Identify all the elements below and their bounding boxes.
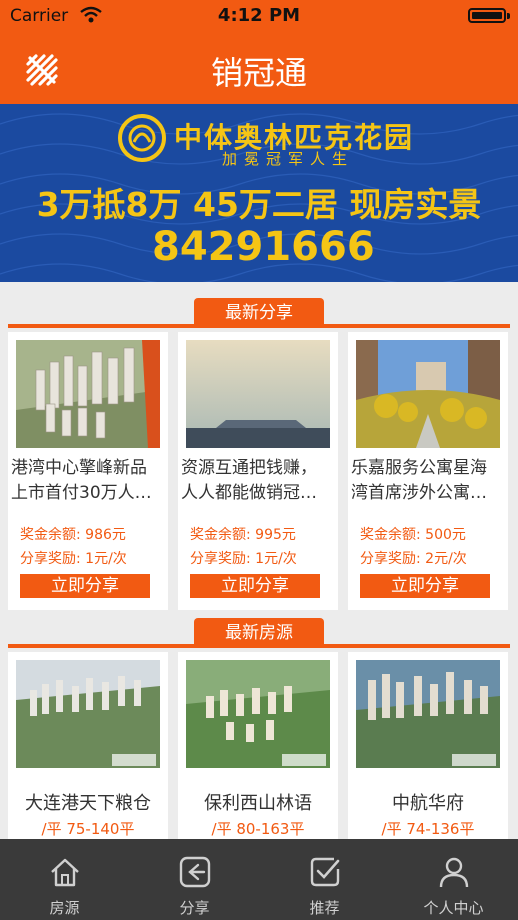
rings-logo-icon: [118, 114, 166, 162]
listing-name: 保利西山林语: [204, 793, 312, 814]
listing-price: /平 74-136平: [381, 820, 475, 838]
tab-listings[interactable]: 房源: [0, 839, 129, 920]
listing-section-header: 最新房源: [0, 618, 518, 652]
share-card[interactable]: 港湾中心擎峰新品 上市首付30万人… 奖金余额: 986元 分享奖励: 1元/次…: [8, 332, 168, 610]
tab-label: 房源: [49, 899, 80, 917]
battery-icon: [468, 8, 510, 23]
share-card-desc: 资源互通把钱赚， 人人都能做销冠…: [181, 458, 317, 503]
bonus-balance: 奖金余额: 995元: [190, 527, 296, 543]
bonus-balance: 奖金余额: 500元: [360, 527, 466, 543]
person-icon: [439, 857, 469, 888]
nav-bar: 销冠通: [0, 34, 518, 104]
listing-card-image: [186, 660, 330, 768]
share-reward: 分享奖励: 1元/次: [190, 551, 297, 567]
share-card-image: [186, 340, 330, 448]
banner-slogan: 加冕冠军人生: [222, 150, 355, 168]
check-note-icon: [310, 857, 340, 887]
share-now-button[interactable]: 立即分享: [20, 574, 150, 598]
tab-bar: 房源 分享 推荐 个人中心: [0, 839, 518, 920]
listing-card[interactable]: 大连港天下粮仓 /平 75-140平: [8, 652, 168, 839]
listing-card[interactable]: 中航华府 /平 74-136平: [348, 652, 508, 839]
app-title: 销冠通: [210, 54, 307, 92]
tab-label: 分享: [179, 899, 210, 917]
share-now-button[interactable]: 立即分享: [360, 574, 490, 598]
share-card-image: [16, 340, 160, 448]
share-section-title: 最新分享: [194, 298, 324, 328]
share-now-button[interactable]: 立即分享: [190, 574, 320, 598]
status-bar: Carrier 4:12 PM: [0, 0, 518, 34]
share-card[interactable]: 乐嘉服务公寓星海 湾首席涉外公寓… 奖金余额: 500元 分享奖励: 2元/次 …: [348, 332, 508, 610]
share-card[interactable]: 资源互通把钱赚， 人人都能做销冠… 奖金余额: 995元 分享奖励: 1元/次 …: [178, 332, 338, 610]
listing-name: 大连港天下粮仓: [25, 793, 151, 814]
listing-price: /平 80-163平: [211, 820, 305, 838]
share-card-desc: 港湾中心擎峰新品 上市首付30万人…: [11, 458, 152, 503]
tab-recommend[interactable]: 推荐: [260, 839, 389, 920]
listing-card-image: [356, 660, 500, 768]
share-card-image: [356, 340, 500, 448]
share-reward: 分享奖励: 1元/次: [20, 551, 127, 567]
ad-banner[interactable]: 中体奥林匹克花园 加冕冠军人生 3万抵8万 45万二居 现房实景 8429166…: [0, 104, 518, 282]
share-card-desc: 乐嘉服务公寓星海 湾首席涉外公寓…: [351, 458, 487, 503]
tab-label: 推荐: [309, 899, 340, 917]
banner-phone: 84291666: [152, 224, 375, 270]
listing-name: 中航华府: [392, 793, 464, 814]
listing-card-image: [16, 660, 160, 768]
share-section-header: 最新分享: [0, 298, 518, 332]
listing-card[interactable]: 保利西山林语 /平 80-163平: [178, 652, 338, 839]
listing-price: /平 75-140平: [41, 820, 135, 838]
bonus-balance: 奖金余额: 986元: [20, 527, 126, 543]
banner-promo: 3万抵8万 45万二居 现房实景: [36, 185, 482, 224]
house-icon: [51, 858, 79, 887]
tab-share[interactable]: 分享: [130, 839, 259, 920]
listing-section-title: 最新房源: [194, 618, 324, 648]
tab-label: 个人中心: [423, 899, 484, 917]
clock: 4:12 PM: [217, 5, 301, 26]
share-reward: 分享奖励: 2元/次: [360, 551, 467, 567]
tab-profile[interactable]: 个人中心: [389, 839, 518, 920]
share-arrow-icon: [179, 856, 211, 888]
